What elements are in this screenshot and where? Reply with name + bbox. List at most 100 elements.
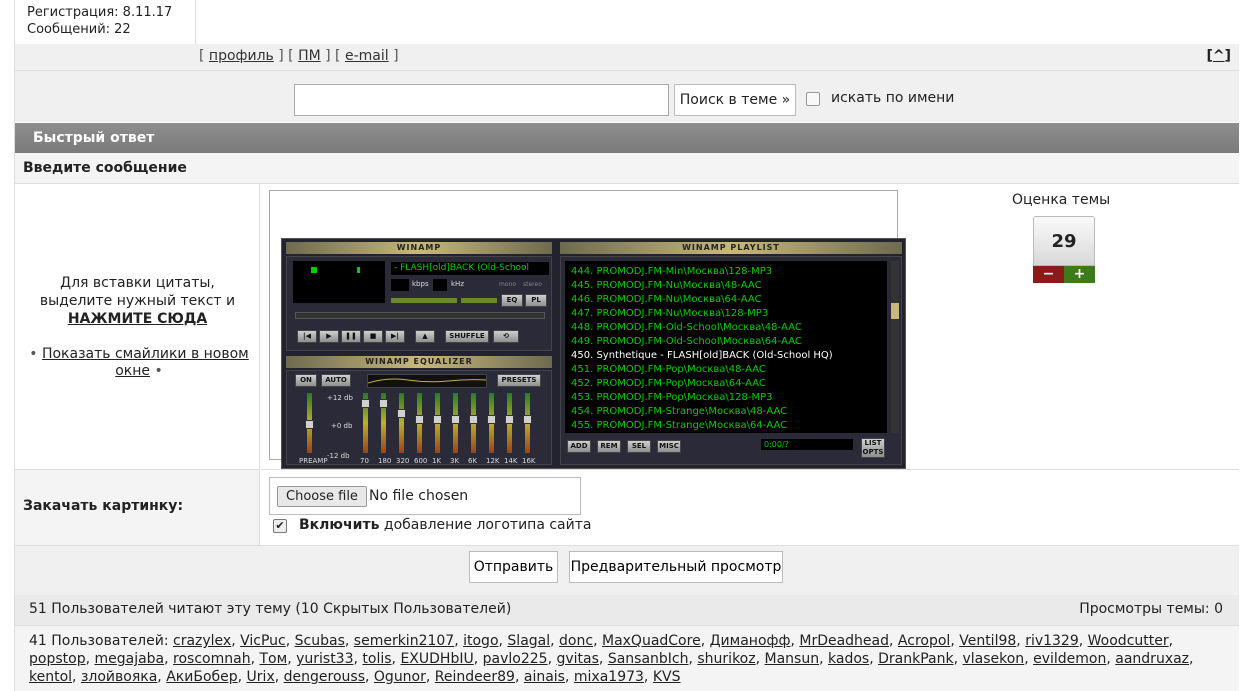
reader-user-link[interactable]: Том [260,651,288,667]
reader-user-link[interactable]: yurist33 [296,651,353,667]
reader-user-link[interactable]: megajaba [94,651,164,667]
reader-user-link[interactable]: MrDeadhead [799,633,889,649]
rate-up-button[interactable]: + [1064,266,1095,283]
winamp-prev-button[interactable]: |◀ [297,330,317,343]
reader-user-link[interactable]: kados [828,651,869,667]
reader-user-link[interactable]: SansanbIch [608,651,689,667]
playlist-add-button[interactable]: ADD [567,440,591,453]
reader-user-link[interactable]: itogo [463,633,498,649]
winamp-stop-button[interactable]: ■ [363,330,383,343]
reader-user-link[interactable]: Reindeer89 [435,669,515,685]
reader-user-link[interactable]: shurikoz [697,651,755,667]
rate-down-button[interactable]: − [1033,266,1064,283]
reader-user-link[interactable]: dengerouss [284,669,365,685]
reader-user-link[interactable]: riv1329 [1025,633,1079,649]
upload-label: Закачать картинку: [23,498,184,514]
playlist-item[interactable]: 453. PROMODJ.FM-Pop\Москва\128-MP3 [571,391,881,405]
playlist-item[interactable]: 450. Synthetique - FLASH[old]BACK (Old-S… [571,349,881,363]
eq-band-knob [433,415,442,424]
reader-user-link[interactable]: Ogunor [374,669,426,685]
reader-user-link[interactable]: Mansun [765,651,820,667]
playlist-item[interactable]: 455. PROMODJ.FM-Strange\Москва\64-AAC [571,419,881,433]
email-link[interactable]: e-mail [345,48,389,64]
reader-user-link[interactable]: pavlo225 [483,651,548,667]
reader-user-link[interactable]: Диманофф [710,633,791,649]
winamp-play-button[interactable]: ▶ [319,330,339,343]
playlist-item[interactable]: 454. PROMODJ.FM-Strange\Москва\48-AAC [571,405,881,419]
winamp-balance-slider[interactable] [461,298,497,303]
choose-file-button[interactable]: Choose file [277,486,367,507]
winamp-next-button[interactable]: ▶| [385,330,405,343]
winamp-pause-button[interactable]: ❚❚ [341,330,361,343]
reader-user-link[interactable]: Ventil98 [959,633,1016,649]
playlist-item[interactable]: 452. PROMODJ.FM-Pop\Москва\64-AAC [571,377,881,391]
reader-user-link[interactable]: crazylex [173,633,231,649]
reader-user-link[interactable]: Scubas [295,633,345,649]
reader-user-link[interactable]: vlasekon [962,651,1024,667]
winamp-seek-bar[interactable] [295,312,545,319]
winamp-shuffle-button[interactable]: SHUFFLE [445,330,489,343]
message-label: Введите сообщение [15,153,1239,184]
winamp-equalizer: ON AUTO PRESETS +12 db +0 db -12 db PREA… [286,370,552,465]
reader-user-link[interactable]: Urix [247,669,275,685]
reader-user-link[interactable]: tolis [362,651,391,667]
playlist-item[interactable]: 451. PROMODJ.FM-Pop\Москва\48-AAC [571,363,881,377]
reader-user-link[interactable]: АкиБобер [166,669,237,685]
reader-user-link[interactable]: semerkin2107 [354,633,454,649]
winamp-pl-toggle[interactable]: PL [525,294,547,307]
winamp-eject-button[interactable]: ▲ [415,330,435,343]
profile-link[interactable]: профиль [209,48,274,64]
playlist-item[interactable]: 445. PROMODJ.FM-Nu\Москва\48-AAC [571,279,881,293]
reader-user-link[interactable]: VicPuc [240,633,286,649]
reader-user-link[interactable]: KVS [653,669,681,685]
send-button[interactable]: Отправить [469,551,558,583]
reader-user-link[interactable]: roscomnah [173,651,251,667]
reader-user-link[interactable]: aandruxaz [1115,651,1189,667]
eq-presets-button[interactable]: PRESETS [497,374,541,387]
reader-user-link[interactable]: ainais [524,669,565,685]
topic-search-button[interactable]: Поиск в теме » [674,84,796,116]
reader-user-link[interactable]: Woodcutter [1088,633,1169,649]
preview-button[interactable]: Предварительный просмотр [569,551,783,583]
winamp-eq-toggle[interactable]: EQ [501,294,523,307]
eq-band-label: 180 [378,457,392,465]
eq-auto-button[interactable]: AUTO [321,374,351,387]
reader-user-link[interactable]: MaxQuadCore [602,633,701,649]
eq-on-button[interactable]: ON [295,374,317,387]
playlist-misc-button[interactable]: MISC [657,440,681,453]
reader-user-link[interactable]: donc [559,633,593,649]
reader-user-link[interactable]: DrankPank [878,651,953,667]
topic-search-input[interactable] [294,84,669,116]
reader-user-link[interactable]: mixa1973 [574,669,644,685]
reader-user-link[interactable]: Acropol [898,633,950,649]
winamp-playlist-titlebar: WINAMP PLAYLIST [560,242,902,254]
winamp-player: - FLASH[old]BACK (Old-School kbps kHz mo… [286,256,552,351]
playlist-list-opts-button[interactable]: LIST OPTS [861,438,885,458]
playlist-item[interactable]: 446. PROMODJ.FM-Nu\Москва\64-AAC [571,293,881,307]
insert-quote-link[interactable]: НАЖМИТЕ СЮДА [15,310,260,328]
show-smilies-link[interactable]: • Показать смайлики в новом окне • [29,346,249,380]
rating-title: Оценка темы [1012,192,1111,208]
winamp-repeat-button[interactable]: ⟲ [493,330,519,343]
winamp-volume-slider[interactable] [391,298,457,303]
playlist-item[interactable]: 444. PROMODJ.FM-Min\Москва\128-MP3 [571,265,881,279]
playlist-item[interactable]: 448. PROMODJ.FM-Old-School\Москва\48-AAC [571,321,881,335]
reader-user-link[interactable]: kentol [29,669,72,685]
reader-user-link[interactable]: EXUDHbIU [400,651,473,667]
pm-link[interactable]: ПМ [298,48,321,64]
reader-user-link[interactable]: Slagal [507,633,550,649]
eq-band-slider[interactable] [399,393,404,453]
playlist-rem-button[interactable]: REM [597,440,621,453]
site-logo-label: Включить добавление логотипа сайта [299,517,592,533]
reader-user-link[interactable]: gvitas [556,651,598,667]
reader-user-link[interactable]: evildemon [1033,651,1106,667]
reader-user-link[interactable]: popstop [29,651,86,667]
search-by-name-checkbox[interactable] [806,92,820,106]
playlist-scrollbar[interactable] [891,261,899,433]
scroll-top-link[interactable]: [^] [1206,48,1231,64]
reader-user-link[interactable]: злойвояка [81,669,157,685]
playlist-item[interactable]: 447. PROMODJ.FM-Nu\Москва\128-MP3 [571,307,881,321]
playlist-sel-button[interactable]: SEL [627,440,651,453]
playlist-item[interactable]: 449. PROMODJ.FM-Old-School\Москва\64-AAC [571,335,881,349]
site-logo-checkbox[interactable]: ✔ [273,519,287,533]
